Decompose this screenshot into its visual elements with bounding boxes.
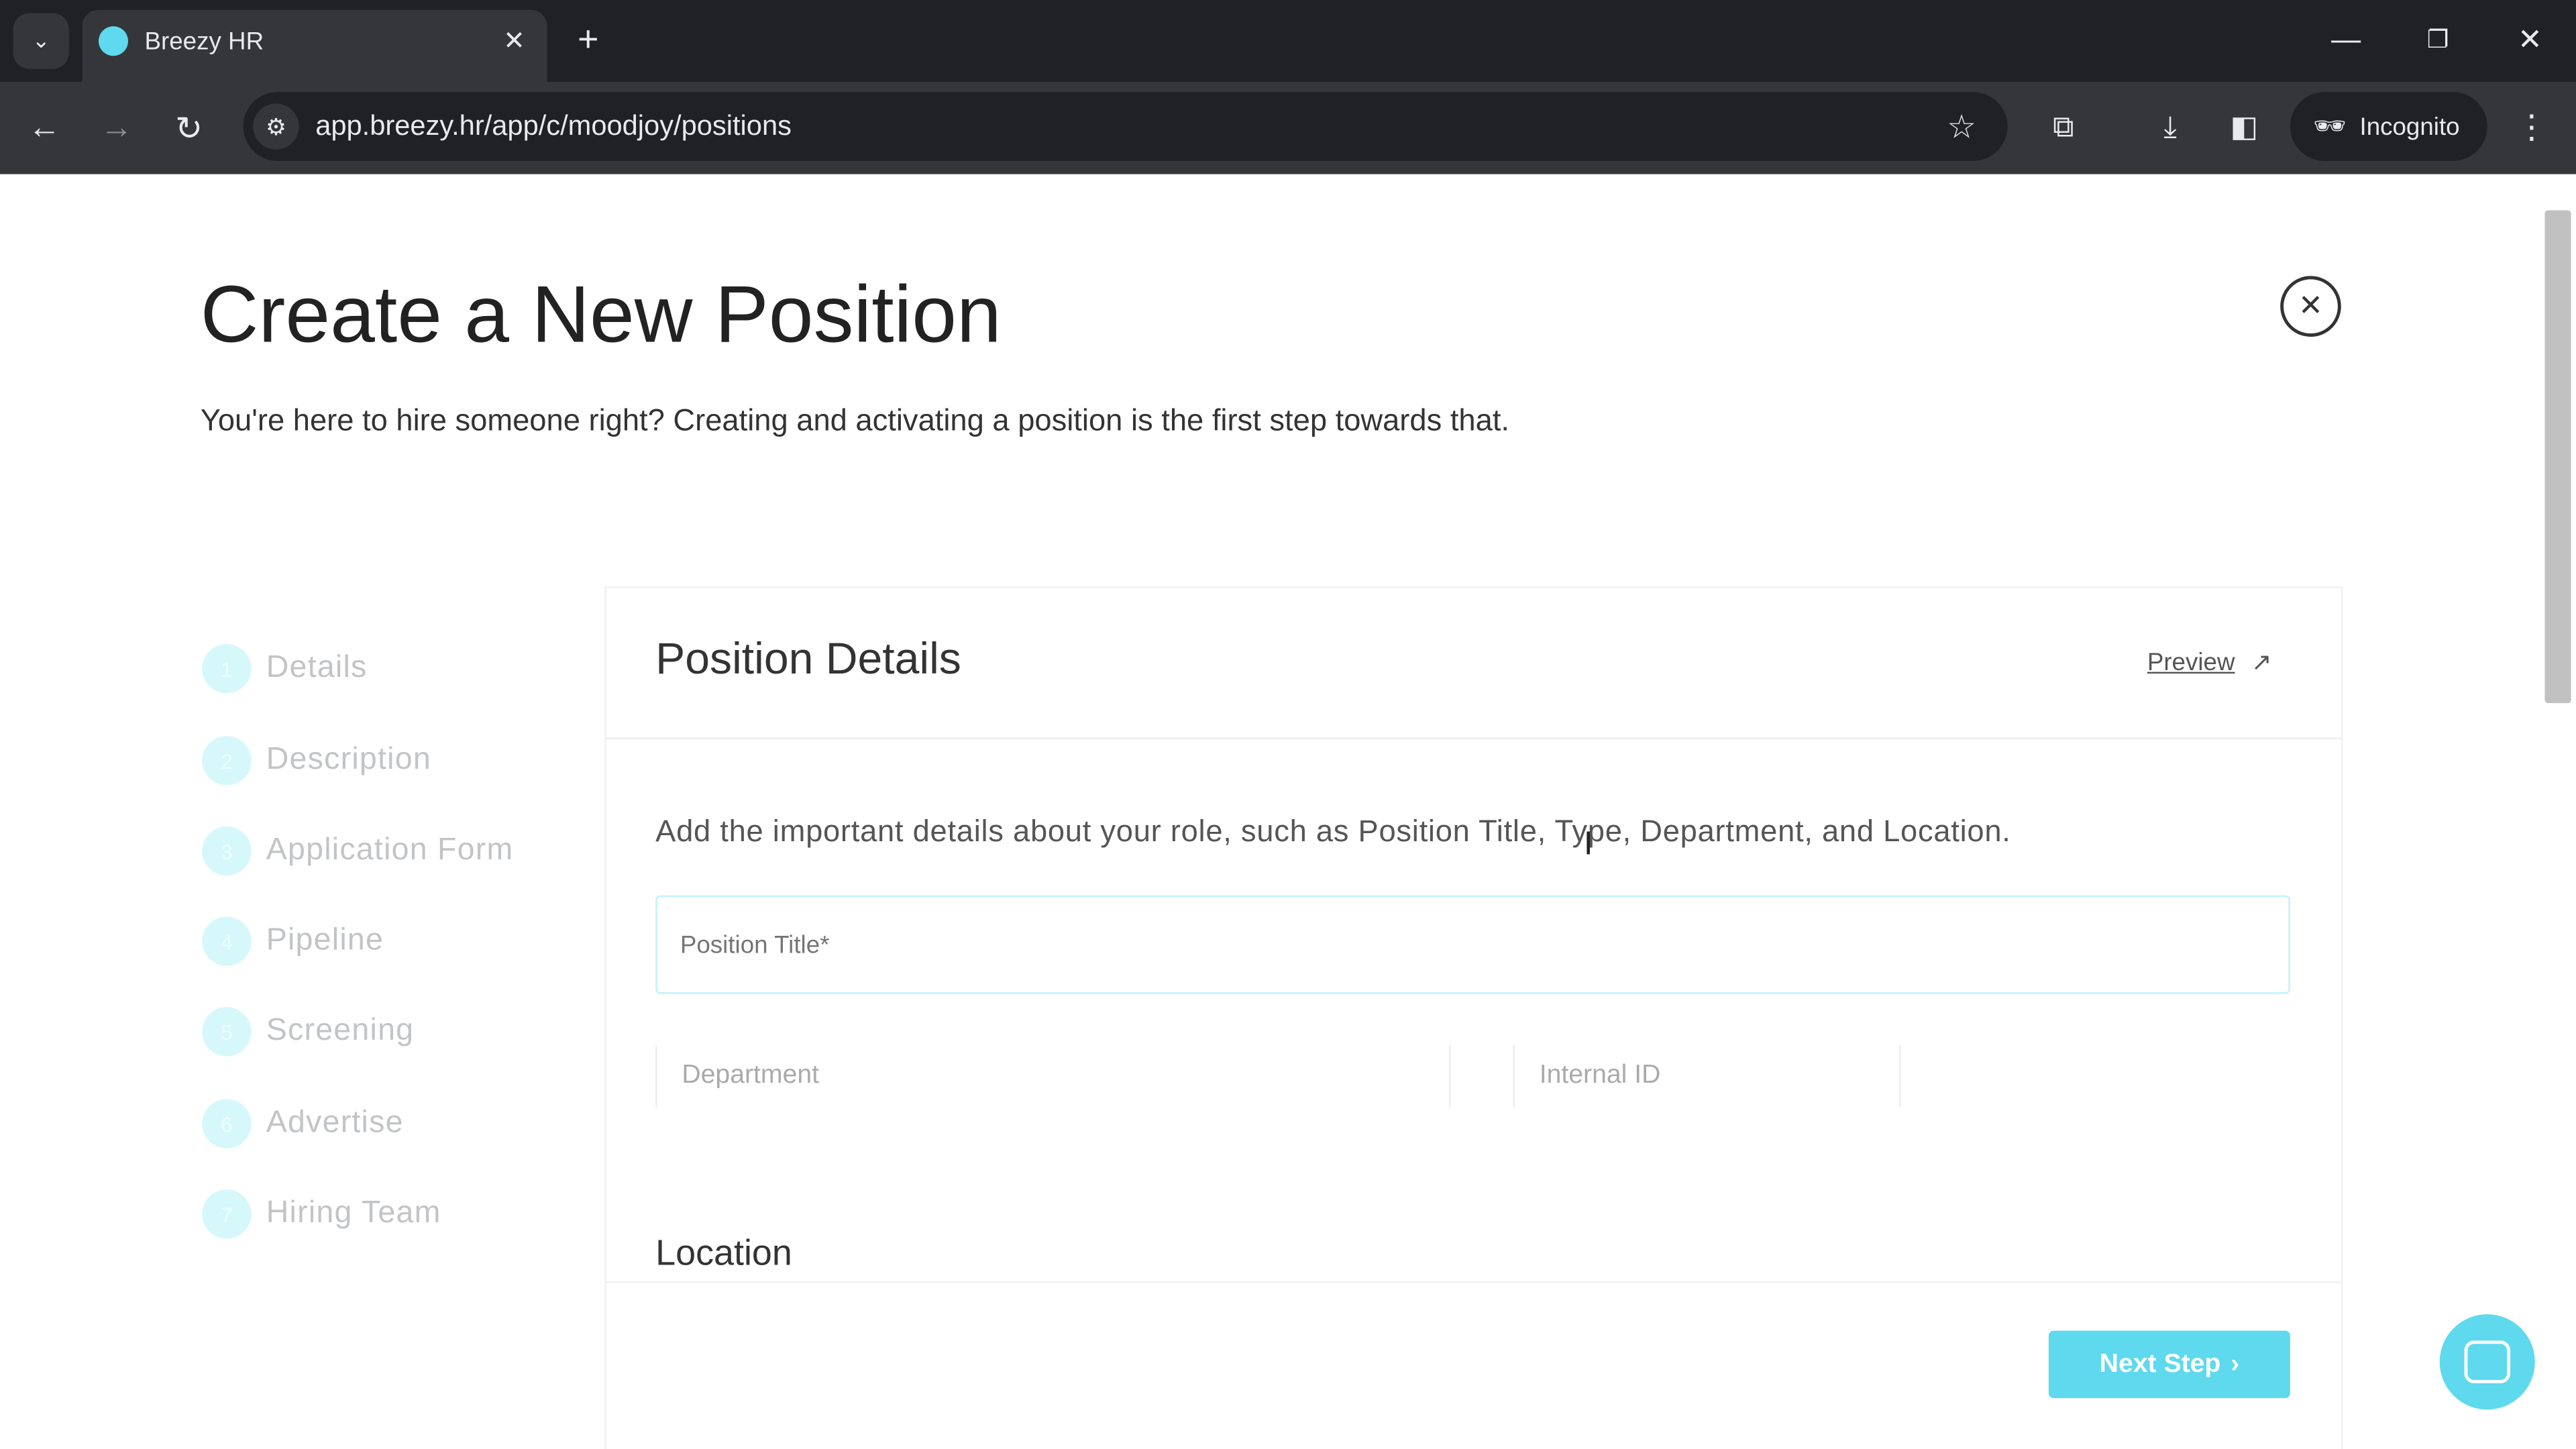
reload-icon[interactable]: ↻: [164, 103, 213, 152]
next-step-button[interactable]: Next Step ›: [2048, 1330, 2290, 1399]
divider: [606, 1281, 2341, 1283]
divider: [606, 737, 2341, 740]
step-label: Description: [266, 742, 431, 777]
chat-icon: [2464, 1340, 2511, 1384]
step-number: 7: [202, 1189, 252, 1239]
tab-search-chevron-icon[interactable]: ⌄: [13, 13, 69, 69]
step-label: Hiring Team: [266, 1195, 441, 1231]
position-title-input[interactable]: [655, 895, 2290, 994]
internal-id-input[interactable]: Internal ID: [1513, 1044, 1901, 1108]
preview-label: Preview: [2147, 648, 2235, 676]
incognito-label: Incognito: [2359, 112, 2460, 141]
close-window-icon[interactable]: ✕: [2507, 16, 2553, 62]
location-heading: Location: [655, 1232, 792, 1273]
next-step-label: Next Step: [2099, 1349, 2221, 1378]
step-label: Pipeline: [266, 923, 384, 958]
step-label: Application Form: [266, 833, 514, 868]
scrollbar-thumb[interactable]: [2544, 210, 2571, 704]
close-tab-icon[interactable]: ✕: [496, 23, 533, 59]
back-icon[interactable]: ←: [19, 103, 68, 152]
step-number: 1: [202, 644, 252, 694]
step-screening[interactable]: 5 Screening: [202, 1006, 414, 1058]
breezy-favicon-icon: [98, 26, 129, 56]
incognito-icon: 🕶: [2313, 113, 2347, 142]
menu-kebab-icon[interactable]: ⋮: [2509, 103, 2555, 150]
department-select[interactable]: Department: [655, 1044, 1451, 1108]
chat-widget-button[interactable]: [2439, 1314, 2535, 1410]
incognito-button[interactable]: 🕶 Incognito: [2290, 92, 2487, 162]
browser-tab[interactable]: Breezy HR ✕: [82, 9, 547, 83]
card-intro: Add the important details about your rol…: [655, 813, 2011, 848]
new-tab-icon[interactable]: +: [565, 16, 611, 62]
step-number: 2: [202, 736, 252, 786]
external-link-icon: ↗: [2251, 649, 2272, 677]
download-icon[interactable]: ⤓: [2147, 103, 2194, 150]
step-label: Details: [266, 650, 368, 686]
position-details-card: Position Details Preview ↗ Add the impor…: [604, 586, 2343, 1449]
step-application-form[interactable]: 3 Application Form: [202, 824, 513, 877]
url-text[interactable]: app.breezy.hr/app/c/moodjoy/positions: [315, 109, 792, 145]
chevron-right-icon: ›: [2231, 1349, 2240, 1378]
restore-icon[interactable]: ❐: [2415, 16, 2461, 62]
tab-title: Breezy HR: [144, 28, 264, 56]
step-label: Screening: [266, 1014, 415, 1049]
minimize-icon[interactable]: —: [2323, 16, 2369, 62]
card-title: Position Details: [655, 634, 961, 684]
step-description[interactable]: 2 Description: [202, 735, 431, 787]
step-number: 3: [202, 826, 252, 876]
step-hiring-team[interactable]: 7 Hiring Team: [202, 1188, 441, 1240]
text-cursor-icon: I: [1583, 826, 1593, 863]
bookmark-star-icon[interactable]: ☆: [1939, 103, 1985, 150]
step-label: Advertise: [266, 1106, 404, 1140]
close-icon[interactable]: ✕: [2280, 276, 2341, 337]
forward-icon[interactable]: →: [92, 103, 141, 152]
site-info-icon[interactable]: ⚙: [253, 103, 299, 150]
step-number: 4: [202, 916, 252, 967]
preview-link[interactable]: Preview ↗: [2147, 647, 2272, 677]
step-pipeline[interactable]: 4 Pipeline: [202, 915, 384, 967]
step-number: 6: [202, 1099, 252, 1148]
step-number: 5: [202, 1007, 252, 1057]
extensions-icon[interactable]: ⧉: [2041, 103, 2087, 150]
side-panel-icon[interactable]: ◧: [2221, 103, 2267, 150]
page-subtitle: You're here to hire someone right? Creat…: [200, 402, 1510, 437]
page-title: Create a New Position: [200, 271, 1002, 360]
step-advertise[interactable]: 6 Advertise: [202, 1097, 403, 1150]
step-details[interactable]: 1 Details: [202, 643, 367, 695]
